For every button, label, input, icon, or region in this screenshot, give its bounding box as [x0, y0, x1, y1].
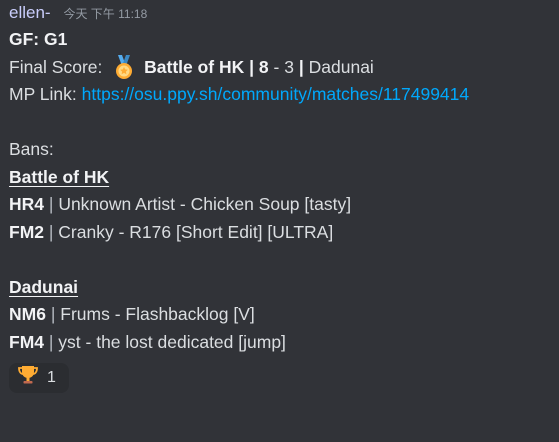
- mp-link-label: MP Link:: [9, 84, 77, 104]
- ban-separator: |: [48, 221, 54, 242]
- final-score-label: Final Score:: [9, 56, 103, 77]
- team1-name: Battle of HK: [144, 56, 245, 77]
- ban-slot: FM4: [9, 331, 44, 352]
- sports-medal-icon: [111, 54, 137, 80]
- ban-map: Unknown Artist - Chicken Soup [tasty]: [58, 194, 352, 214]
- mp-link[interactable]: https://osu.ppy.sh/community/matches/117…: [82, 84, 470, 104]
- message-timestamp[interactable]: 今天 下午 11:18: [63, 7, 147, 21]
- team2-score: 3: [284, 56, 294, 77]
- author-name[interactable]: ellen-: [9, 3, 51, 22]
- chat-message: ellen- 今天 下午 11:18 GF: G1 Final Score: B…: [9, 0, 554, 356]
- ban-slot: FM2: [9, 221, 44, 242]
- ban-map: Frums - Flashbacklog [V]: [60, 304, 255, 324]
- trophy-icon: [17, 363, 39, 394]
- score-separator: |: [249, 56, 255, 77]
- ban-slot: HR4: [9, 194, 45, 214]
- ban-separator: |: [48, 194, 54, 214]
- ban-entry: NM6 | Frums - Flashbacklog [V]: [9, 301, 554, 329]
- message-header: ellen- 今天 下午 11:18: [9, 0, 554, 26]
- reaction-button[interactable]: 1: [9, 363, 69, 393]
- ban-separator: |: [50, 304, 56, 324]
- ban-slot: NM6: [9, 304, 46, 324]
- score-separator: |: [298, 56, 304, 77]
- ban-entry: HR4 | Unknown Artist - Chicken Soup [tas…: [9, 191, 554, 219]
- mp-link-line: MP Link: https://osu.ppy.sh/community/ma…: [9, 81, 554, 109]
- final-score-line: Final Score: Battle of HK | 8 - 3 | Dadu…: [9, 54, 554, 82]
- ban-entry: FM4 | yst - the lost dedicated [jump]: [9, 329, 554, 357]
- ban-map: yst - the lost dedicated [jump]: [58, 331, 286, 352]
- team2-name: Dadunai: [308, 56, 374, 77]
- ban-separator: |: [48, 331, 54, 352]
- ban-map: Cranky - R176 [Short Edit] [ULTRA]: [58, 221, 334, 242]
- team1-score: 8: [258, 56, 269, 77]
- bans-label: Bans:: [9, 139, 54, 159]
- ban-team-heading: Battle of HK: [9, 166, 110, 187]
- ban-team-heading: Dadunai: [9, 276, 79, 297]
- reaction-count: 1: [47, 369, 56, 387]
- match-title: GF: G1: [9, 29, 68, 49]
- ban-entry: FM2 | Cranky - R176 [Short Edit] [ULTRA]: [9, 219, 554, 247]
- score-dash: -: [273, 56, 280, 77]
